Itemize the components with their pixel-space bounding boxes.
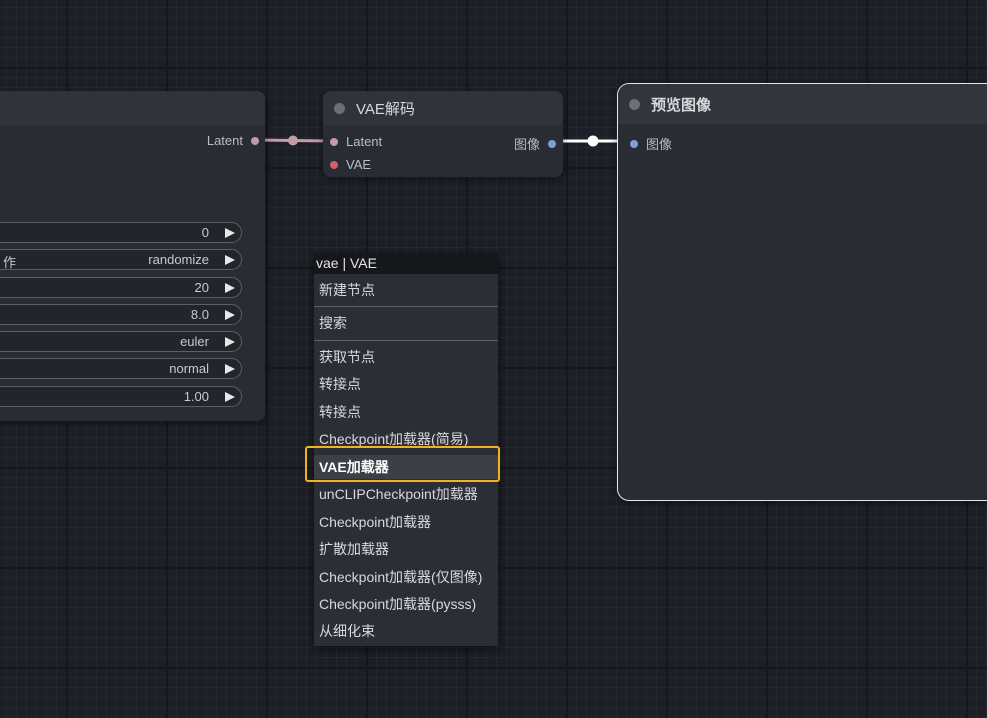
widget-control-after-generate[interactable]: 作 randomize <box>0 249 242 270</box>
latent-input-dot[interactable] <box>330 137 338 146</box>
ksampler-node[interactable]: Latent 0 作 randomize 20 8.0 euler normal… <box>0 91 265 421</box>
widget-control-value: randomize <box>148 252 209 267</box>
output-slot-latent-label: Latent <box>206 133 243 148</box>
menu-separator <box>314 340 498 341</box>
input-slot-latent[interactable]: Latent <box>330 134 382 149</box>
preview-image-title: 预览图像 <box>651 96 712 114</box>
widget-sampler-value: euler <box>180 334 209 349</box>
menu-separator <box>314 306 498 307</box>
widget-seed-value: 0 <box>201 225 209 240</box>
menu-item-diffusion-loader[interactable]: 扩散加载器 <box>314 537 498 561</box>
vae-decode-header[interactable]: VAE解码 <box>323 91 563 125</box>
widget-control-label: 作 <box>3 255 17 270</box>
menu-item-search[interactable]: 搜索 <box>314 311 498 335</box>
menu-item-unclip-checkpoint-loader[interactable]: unCLIPCheckpoint加载器 <box>314 482 498 506</box>
search-menu-query[interactable]: vae | VAE <box>314 253 498 274</box>
vae-decode-node[interactable]: VAE解码 Latent VAE 图像 <box>323 91 563 177</box>
output-slot-image[interactable]: 图像 <box>514 134 556 153</box>
widget-cfg-value: 8.0 <box>190 307 209 322</box>
widget-denoise-value: 1.00 <box>183 389 209 404</box>
widget-denoise[interactable]: 1.00 <box>0 386 242 407</box>
menu-item-checkpoint-loader[interactable]: Checkpoint加载器 <box>314 510 498 534</box>
widget-scheduler-value: normal <box>169 361 209 376</box>
widget-steps[interactable]: 20 <box>0 277 242 298</box>
menu-item-new-node[interactable]: 新建节点 <box>314 278 498 302</box>
output-slot-image-label: 图像 <box>513 137 540 152</box>
menu-item-vae-loader[interactable]: VAE加载器 <box>314 455 498 479</box>
widget-control-arrow-icon[interactable] <box>225 255 235 265</box>
image-input-dot[interactable] <box>630 139 638 148</box>
input-slot-vae[interactable]: VAE <box>330 157 371 172</box>
input-slot-latent-label: Latent <box>346 134 383 149</box>
widget-cfg[interactable]: 8.0 <box>0 304 242 325</box>
latent-link-midpoint[interactable] <box>288 135 298 146</box>
widget-sampler[interactable]: euler <box>0 331 242 352</box>
output-slot-latent[interactable]: Latent <box>207 133 259 148</box>
widget-scheduler[interactable]: normal <box>0 358 242 379</box>
widget-cfg-arrow-icon[interactable] <box>225 310 235 320</box>
widget-denoise-arrow-icon[interactable] <box>225 392 235 402</box>
node-collapse-dot-icon[interactable] <box>629 98 640 110</box>
ksampler-node-header[interactable] <box>0 91 265 125</box>
image-output-dot[interactable] <box>548 139 556 148</box>
node-collapse-dot-icon[interactable] <box>334 102 345 114</box>
menu-item-checkpoint-loader-image-only[interactable]: Checkpoint加载器(仅图像) <box>314 565 498 589</box>
widget-scheduler-arrow-icon[interactable] <box>225 364 235 374</box>
widget-steps-value: 20 <box>194 280 209 295</box>
node-search-menu[interactable]: vae | VAE 新建节点 搜索 获取节点 转接点 转接点 Checkpoin… <box>314 253 498 646</box>
menu-item-refiner-bundle[interactable]: 从细化束 <box>314 619 498 643</box>
widget-seed-arrow-icon[interactable] <box>225 228 235 238</box>
menu-item-get-node[interactable]: 获取节点 <box>314 345 498 369</box>
image-link-midpoint[interactable] <box>587 135 599 147</box>
vae-decode-title: VAE解码 <box>356 100 415 118</box>
input-slot-image[interactable]: 图像 <box>630 134 672 153</box>
input-slot-vae-label: VAE <box>346 157 372 172</box>
menu-item-checkpoint-loader-pysss[interactable]: Checkpoint加载器(pysss) <box>314 592 498 616</box>
vae-input-dot[interactable] <box>330 160 338 169</box>
latent-output-dot[interactable] <box>251 136 259 145</box>
menu-item-reroute-1[interactable]: 转接点 <box>314 372 498 396</box>
widget-steps-arrow-icon[interactable] <box>225 283 235 293</box>
menu-item-reroute-2[interactable]: 转接点 <box>314 400 498 424</box>
menu-item-checkpoint-loader-simple[interactable]: Checkpoint加载器(简易) <box>314 427 498 451</box>
preview-image-header[interactable]: 预览图像 <box>618 84 987 124</box>
widget-seed[interactable]: 0 <box>0 222 242 243</box>
input-slot-image-label: 图像 <box>646 137 673 152</box>
preview-image-node[interactable]: 预览图像 图像 <box>617 83 987 501</box>
widget-sampler-arrow-icon[interactable] <box>225 337 235 347</box>
